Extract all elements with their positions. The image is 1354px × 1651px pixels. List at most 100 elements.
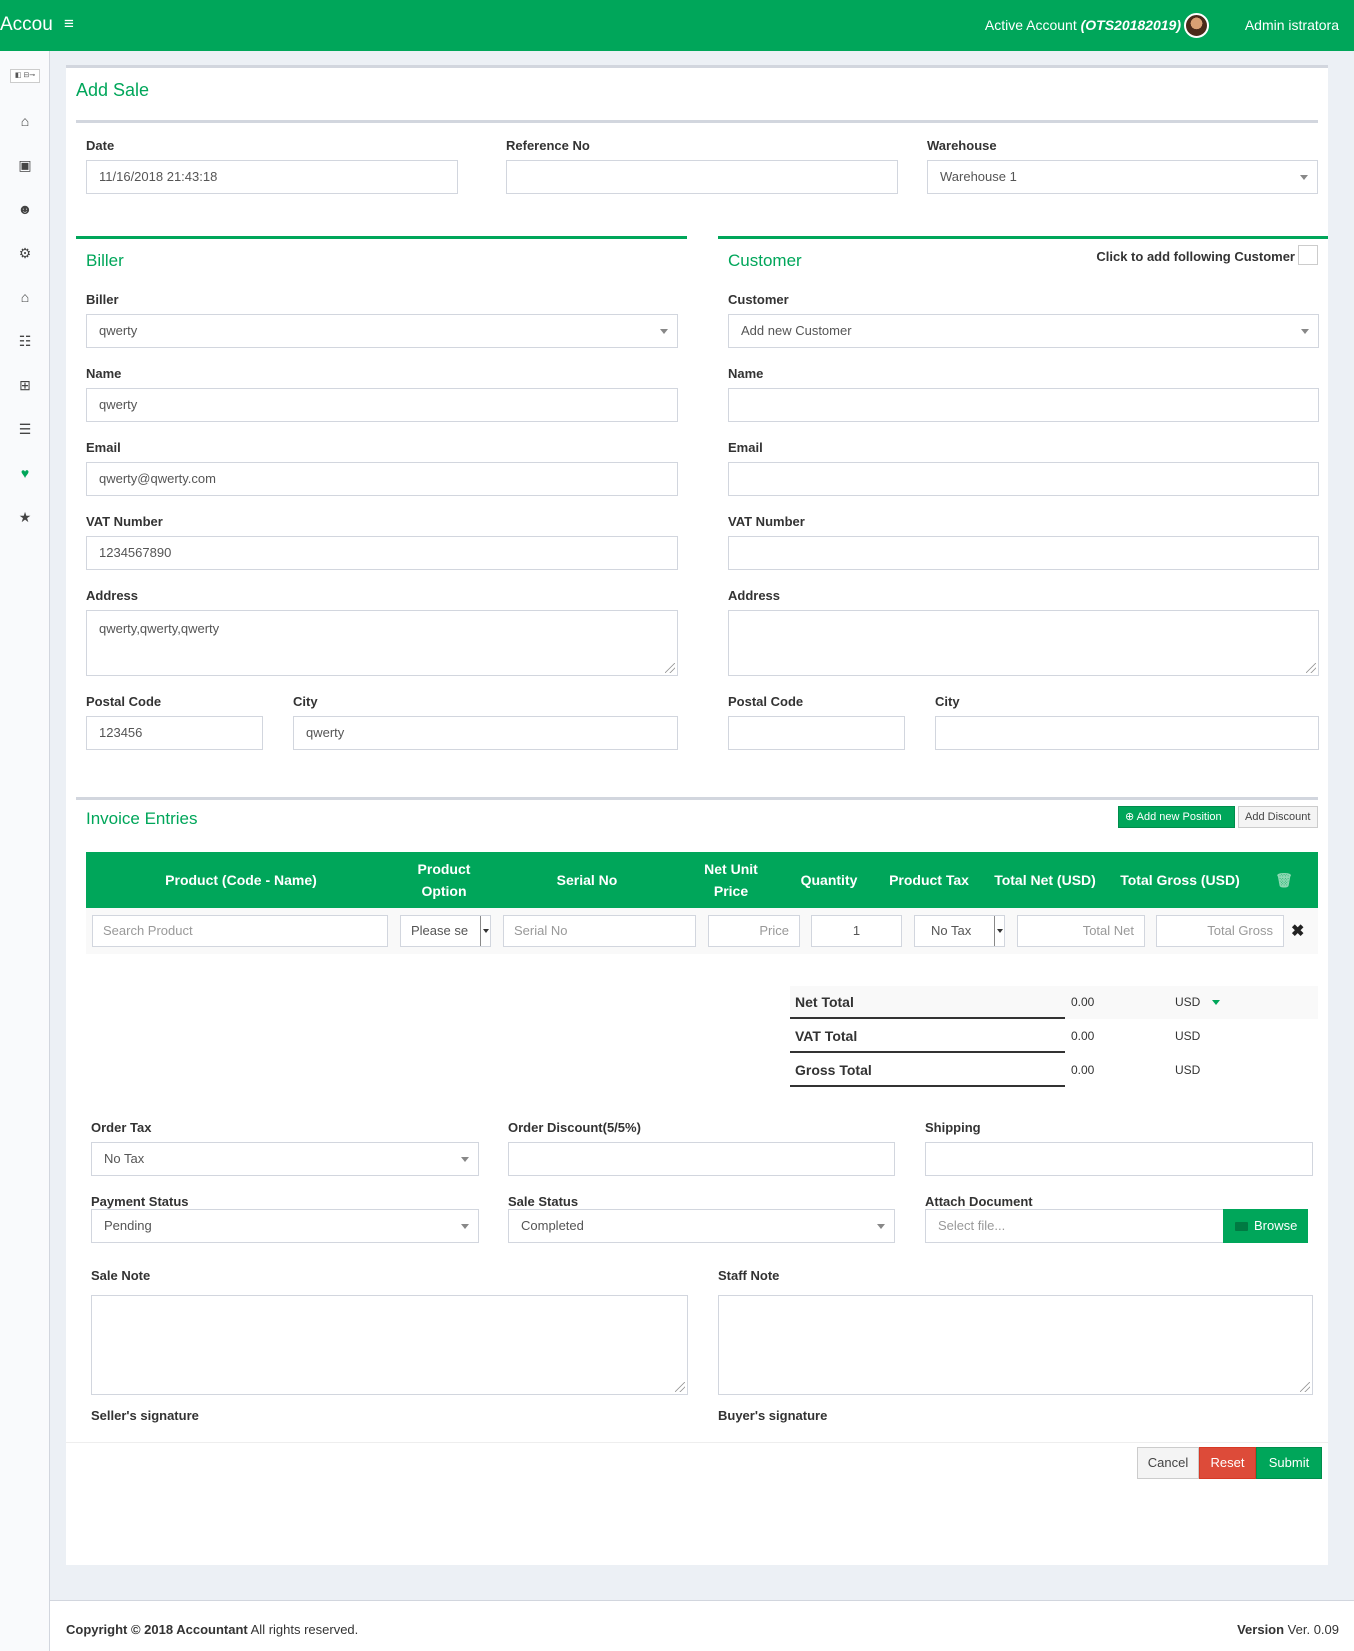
biller-address-label: Address (86, 588, 139, 603)
customer-postal-input[interactable] (728, 716, 905, 750)
brand-logo[interactable]: Accou (0, 14, 53, 36)
product-option-value: Please se (411, 923, 469, 938)
plus-square-icon[interactable]: ⊞ (15, 375, 35, 395)
users-icon[interactable]: ☻ (15, 199, 35, 219)
gross-total-row: Gross Total 0.00 USD (790, 1054, 1267, 1087)
biller-address-value: qwerty,qwerty,qwerty (99, 621, 220, 636)
add-new-position-label: Add new Position (1136, 811, 1222, 823)
sidebar-toggle-icon[interactable]: ≡ (64, 14, 74, 34)
active-account-label: Active Account (984, 17, 1077, 33)
currency-select[interactable]: USD (1175, 986, 1200, 1018)
quantity-input[interactable]: 1 (811, 915, 902, 947)
sale-note-label: Sale Note (91, 1268, 151, 1283)
folder-icon (1235, 1222, 1248, 1231)
column-header-total-net: Total Net (USD) (994, 872, 1096, 888)
add-sale-panel: Add Sale Date 11/16/2018 21:43:18 Refere… (66, 65, 1328, 1565)
column-header-product: Product (Code - Name) (165, 872, 317, 888)
product-tax-value: No Tax (931, 923, 972, 938)
remove-row-icon[interactable]: ✖ (1291, 921, 1304, 941)
resize-grip-icon[interactable] (665, 663, 675, 673)
order-tax-select[interactable]: No Tax (91, 1142, 479, 1176)
seller-signature-label: Seller's signature (91, 1408, 199, 1423)
home-icon[interactable]: ⌂ (15, 287, 35, 307)
order-discount-label: Order Discount(5/5%) (508, 1120, 641, 1135)
customer-city-input[interactable] (935, 716, 1319, 750)
home-icon[interactable]: ⌂ (15, 111, 35, 131)
browse-label: Browse (1254, 1218, 1298, 1233)
add-customer-checkbox[interactable] (1298, 245, 1318, 265)
customer-label: Customer (728, 292, 789, 307)
sale-status-select[interactable]: Completed (508, 1209, 895, 1243)
gross-total-value: 0.00 (1071, 1063, 1095, 1077)
reset-button[interactable]: Reset (1199, 1447, 1256, 1479)
customer-address-textarea[interactable] (728, 610, 1319, 676)
resize-grip-icon[interactable] (1300, 1382, 1310, 1392)
top-navbar: Accou ≡ Active Account (OTS20182019) Adm… (0, 0, 1354, 51)
warehouse-label: Warehouse (927, 138, 997, 153)
reference-input[interactable] (506, 160, 898, 194)
submit-button[interactable]: Submit (1256, 1447, 1322, 1479)
biller-email-label: Email (86, 440, 121, 455)
address-book-icon[interactable]: ▣ (15, 155, 35, 175)
customer-vat-input[interactable] (728, 536, 1319, 570)
version-value: Ver. 0.09 (1284, 1622, 1339, 1637)
net-total-value: 0.00 (1071, 995, 1095, 1009)
copyright-rest: All rights reserved. (247, 1622, 359, 1637)
total-net-input[interactable]: Total Net (1017, 915, 1145, 947)
resize-grip-icon[interactable] (675, 1382, 685, 1392)
resize-grip-icon[interactable] (1306, 663, 1316, 673)
user-avatar[interactable] (1184, 13, 1209, 38)
biller-box: Biller Biller qwerty Name qwerty Email q… (76, 236, 687, 776)
page-title: Add Sale (76, 80, 150, 100)
cancel-button[interactable]: Cancel (1137, 1447, 1199, 1479)
total-gross-input[interactable]: Total Gross (1156, 915, 1284, 947)
browse-button[interactable]: Browse (1223, 1209, 1308, 1243)
biller-email-input[interactable]: qwerty@qwerty.com (86, 462, 678, 496)
payment-status-label: Payment Status (91, 1194, 189, 1209)
warehouse-select[interactable]: Warehouse 1 (927, 160, 1318, 194)
serial-no-input[interactable]: Serial No (503, 915, 696, 947)
chevron-down-icon (660, 329, 668, 334)
order-discount-input[interactable] (508, 1142, 895, 1176)
cogs-icon[interactable]: ⚙ (15, 243, 35, 263)
biller-vat-input[interactable]: 1234567890 (86, 536, 678, 570)
biller-postal-label: Postal Code (86, 694, 162, 709)
user-name[interactable]: Admin istratora (1245, 17, 1339, 33)
attach-document-input[interactable]: Select file... (925, 1209, 1224, 1243)
chevron-down-icon (461, 1224, 469, 1229)
payment-status-select[interactable]: Pending (91, 1209, 479, 1243)
active-account[interactable]: Active Account (OTS20182019) (985, 17, 1181, 33)
product-option-select[interactable]: Please se (400, 915, 491, 947)
customer-name-input[interactable] (728, 388, 1319, 422)
biller-postal-input[interactable]: 123456 (86, 716, 263, 750)
shipping-input[interactable] (925, 1142, 1313, 1176)
sale-note-textarea[interactable] (91, 1295, 688, 1395)
date-label: Date (86, 138, 115, 153)
shipping-label: Shipping (925, 1120, 981, 1135)
biller-title: Biller (86, 251, 124, 270)
star-icon[interactable]: ★ (15, 507, 35, 527)
customer-select[interactable]: Add new Customer (728, 314, 1319, 348)
customer-email-input[interactable] (728, 462, 1319, 496)
product-search-input[interactable]: Search Product (92, 915, 388, 947)
chevron-down-icon (461, 1157, 469, 1162)
sitemap-icon[interactable]: ☷ (15, 331, 35, 351)
date-input[interactable]: 11/16/2018 21:43:18 (86, 160, 458, 194)
biller-select[interactable]: qwerty (86, 314, 678, 348)
chevron-down-icon (1300, 175, 1308, 180)
chevron-down-icon[interactable] (1212, 1000, 1220, 1005)
heart-icon[interactable]: ♥ (15, 463, 35, 483)
trash-icon[interactable]: 🗑 (1250, 852, 1318, 908)
divider (66, 1442, 1328, 1443)
staff-note-textarea[interactable] (718, 1295, 1313, 1395)
sidebar-logo: ◧ ⊟⊸ (10, 69, 40, 83)
biller-address-textarea[interactable]: qwerty,qwerty,qwerty (86, 610, 678, 676)
biller-city-input[interactable]: qwerty (293, 716, 678, 750)
barcode-icon[interactable]: ☰ (15, 419, 35, 439)
product-tax-select[interactable]: No Tax (914, 915, 1005, 947)
biller-name-input[interactable]: qwerty (86, 388, 678, 422)
add-new-position-button[interactable]: ⊕ Add new Position (1118, 806, 1235, 828)
add-discount-button[interactable]: Add Discount (1238, 806, 1318, 828)
plus-circle-icon: ⊕ (1125, 811, 1135, 823)
price-input[interactable]: Price (708, 915, 800, 947)
